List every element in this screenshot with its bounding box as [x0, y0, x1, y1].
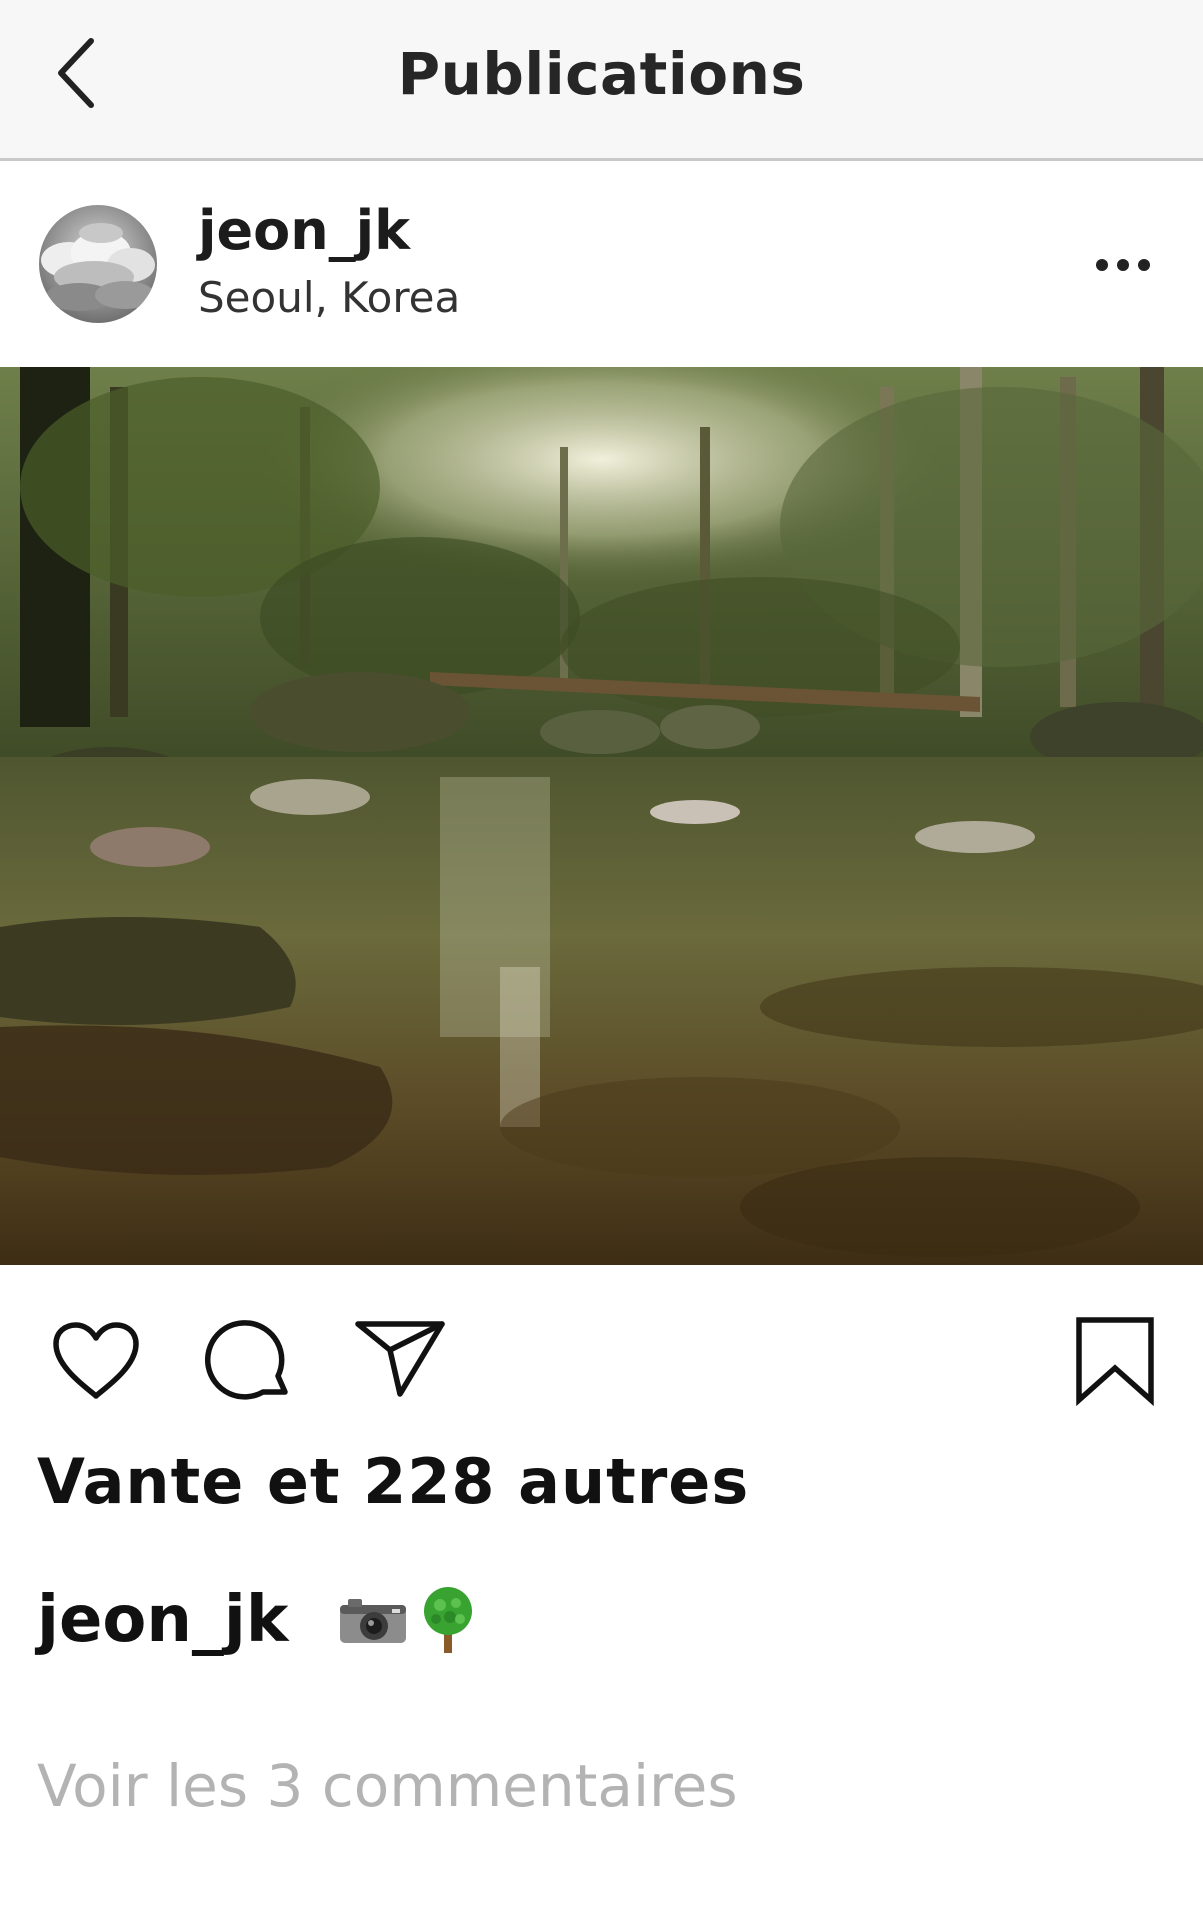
more-horizontal-icon [1096, 259, 1150, 271]
paper-plane-icon [355, 1321, 445, 1397]
save-button[interactable] [1075, 1316, 1155, 1410]
bookmark-icon [1076, 1317, 1154, 1407]
post-location[interactable]: Seoul, Korea [198, 273, 460, 322]
comment-button[interactable] [205, 1316, 295, 1410]
caption: jeon_jk [37, 1580, 478, 1660]
page-title: Publications [397, 40, 806, 108]
deciduous-tree-icon [424, 1587, 473, 1653]
post-header: jeon_jk Seoul, Korea [0, 161, 1203, 367]
camera-icon [340, 1599, 407, 1643]
more-options-button[interactable] [1083, 235, 1163, 295]
post-actions-bar [0, 1300, 1203, 1420]
like-button[interactable] [50, 1320, 142, 1406]
post-photo[interactable] [0, 367, 1203, 1265]
avatar-clouds-image [39, 205, 157, 323]
view-comments-link[interactable]: Voir les 3 commentaires [37, 1752, 738, 1820]
top-nav-bar: Publications [0, 0, 1203, 161]
post-username[interactable]: jeon_jk [198, 199, 410, 262]
avatar[interactable] [39, 205, 157, 323]
forest-stream-photo [0, 367, 1203, 1265]
caption-username[interactable]: jeon_jk [37, 1583, 288, 1657]
heart-icon [53, 1322, 139, 1399]
caption-emojis [338, 1585, 478, 1655]
likes-count[interactable]: Vante et 228 autres [37, 1445, 749, 1518]
share-button[interactable] [354, 1316, 448, 1404]
comment-bubble-icon [205, 1320, 288, 1400]
